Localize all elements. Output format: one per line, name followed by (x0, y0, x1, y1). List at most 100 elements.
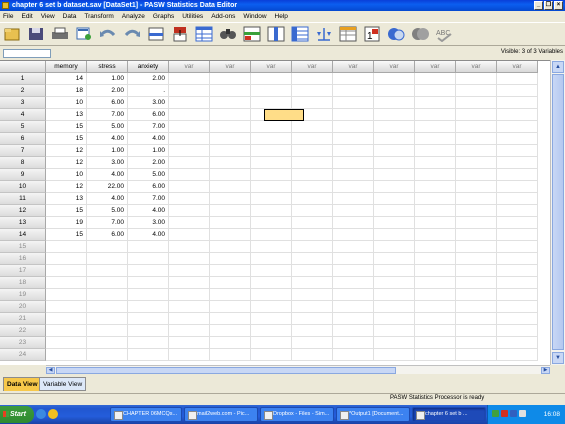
cell-reference-box[interactable] (3, 48, 51, 58)
redo-icon[interactable] (122, 25, 142, 43)
table-cell[interactable] (46, 301, 87, 313)
table-cell[interactable] (169, 349, 210, 361)
table-cell[interactable] (210, 349, 251, 361)
table-cell[interactable]: 13 (46, 193, 87, 205)
menu-file[interactable]: File (3, 13, 13, 20)
table-cell[interactable] (128, 313, 169, 325)
row-number[interactable]: 24 (0, 349, 46, 361)
table-cell[interactable] (87, 253, 128, 265)
table-cell[interactable]: 6.00 (87, 229, 128, 241)
column-header[interactable]: var (497, 61, 538, 73)
table-cell[interactable] (46, 289, 87, 301)
save-icon[interactable] (26, 25, 46, 43)
table-cell[interactable] (374, 253, 415, 265)
table-cell[interactable] (497, 121, 538, 133)
table-cell[interactable]: 19 (46, 217, 87, 229)
table-cell[interactable] (210, 193, 251, 205)
row-number[interactable]: 3 (0, 97, 46, 109)
weight-cases-icon[interactable] (314, 25, 334, 43)
table-cell[interactable] (497, 193, 538, 205)
table-cell[interactable]: 3.00 (128, 97, 169, 109)
tab-variable-view[interactable]: Variable View (39, 377, 87, 391)
menu-window[interactable]: Window (243, 13, 266, 20)
column-header[interactable]: var (292, 61, 333, 73)
menu-data[interactable]: Data (63, 13, 77, 20)
table-cell[interactable] (497, 325, 538, 337)
table-cell[interactable] (210, 337, 251, 349)
table-cell[interactable] (292, 193, 333, 205)
table-cell[interactable] (456, 157, 497, 169)
column-header[interactable]: var (169, 61, 210, 73)
table-cell[interactable]: 6.00 (87, 97, 128, 109)
network-icon[interactable] (492, 410, 499, 417)
table-cell[interactable] (333, 85, 374, 97)
table-cell[interactable] (210, 241, 251, 253)
table-cell[interactable] (456, 205, 497, 217)
selected-cell[interactable] (264, 109, 304, 121)
column-header[interactable]: var (251, 61, 292, 73)
open-icon[interactable] (2, 25, 22, 43)
table-cell[interactable] (169, 109, 210, 121)
table-cell[interactable] (415, 109, 456, 121)
row-number[interactable]: 2 (0, 85, 46, 97)
table-cell[interactable] (46, 325, 87, 337)
table-cell[interactable] (374, 301, 415, 313)
menu-graphs[interactable]: Graphs (153, 13, 174, 20)
vertical-scrollbar[interactable]: ▲ ▼ (550, 60, 565, 365)
table-cell[interactable] (333, 289, 374, 301)
table-cell[interactable] (456, 121, 497, 133)
row-number[interactable]: 18 (0, 277, 46, 289)
table-cell[interactable] (87, 301, 128, 313)
table-cell[interactable] (46, 349, 87, 361)
table-cell[interactable] (497, 109, 538, 121)
column-header[interactable]: var (210, 61, 251, 73)
table-cell[interactable] (210, 169, 251, 181)
table-cell[interactable] (169, 265, 210, 277)
taskbar-item-mail2web[interactable]: mail2web.com - Pic... (184, 407, 258, 422)
table-cell[interactable] (169, 133, 210, 145)
table-cell[interactable] (292, 157, 333, 169)
table-cell[interactable] (292, 73, 333, 85)
table-cell[interactable] (169, 73, 210, 85)
table-cell[interactable] (374, 217, 415, 229)
table-cell[interactable] (415, 145, 456, 157)
table-cell[interactable] (333, 253, 374, 265)
row-number[interactable]: 9 (0, 169, 46, 181)
scroll-left-icon[interactable]: ◀ (46, 367, 55, 374)
table-cell[interactable] (292, 205, 333, 217)
table-cell[interactable] (169, 97, 210, 109)
row-number[interactable]: 23 (0, 337, 46, 349)
table-cell[interactable] (333, 205, 374, 217)
table-cell[interactable] (415, 205, 456, 217)
table-cell[interactable] (415, 265, 456, 277)
table-cell[interactable] (87, 337, 128, 349)
table-cell[interactable] (210, 133, 251, 145)
table-cell[interactable] (128, 349, 169, 361)
table-cell[interactable] (456, 169, 497, 181)
table-cell[interactable] (292, 325, 333, 337)
table-cell[interactable] (210, 265, 251, 277)
table-cell[interactable] (374, 325, 415, 337)
table-cell[interactable] (374, 229, 415, 241)
table-cell[interactable] (497, 73, 538, 85)
table-cell[interactable] (415, 337, 456, 349)
find-icon[interactable] (218, 25, 238, 43)
table-cell[interactable]: 6.00 (128, 181, 169, 193)
select-cases-icon[interactable] (338, 25, 358, 43)
table-cell[interactable] (210, 313, 251, 325)
column-header[interactable]: var (333, 61, 374, 73)
table-cell[interactable] (333, 145, 374, 157)
table-cell[interactable] (497, 289, 538, 301)
table-cell[interactable] (292, 133, 333, 145)
ie-icon[interactable] (36, 409, 46, 419)
table-cell[interactable] (333, 157, 374, 169)
table-cell[interactable] (333, 73, 374, 85)
goto-case-icon[interactable] (146, 25, 166, 43)
table-cell[interactable] (251, 265, 292, 277)
use-sets-icon[interactable] (386, 25, 406, 43)
table-cell[interactable] (169, 253, 210, 265)
table-cell[interactable] (87, 349, 128, 361)
table-cell[interactable] (251, 337, 292, 349)
row-number[interactable]: 19 (0, 289, 46, 301)
table-cell[interactable] (333, 109, 374, 121)
